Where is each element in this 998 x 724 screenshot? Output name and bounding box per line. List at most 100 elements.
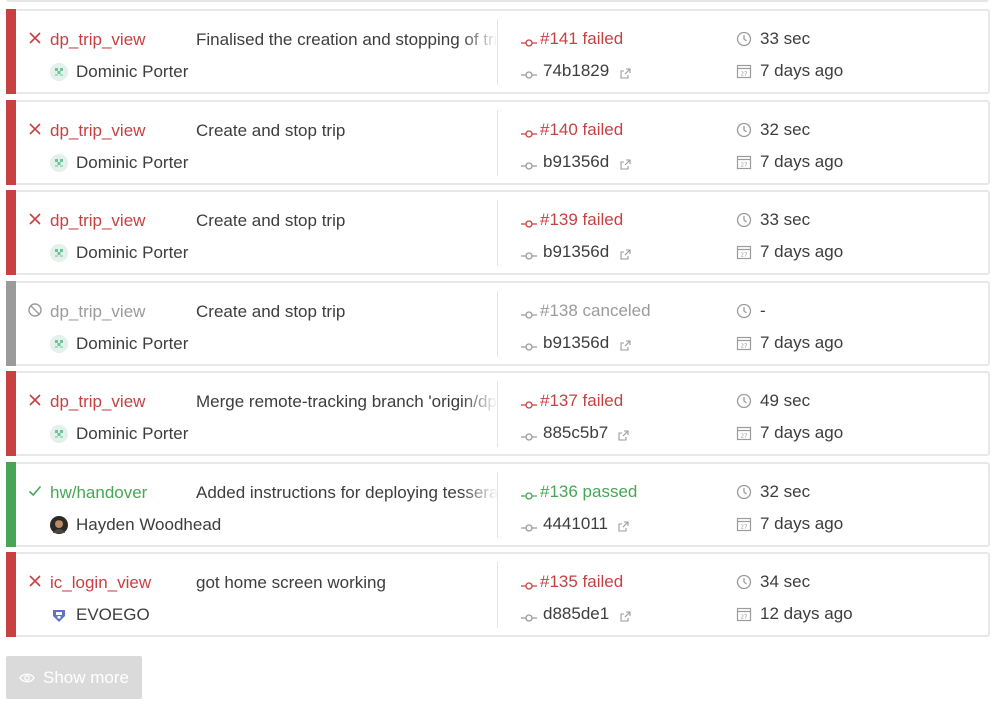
branch-link[interactable]: dp_trip_view (50, 302, 145, 322)
author-name: EVOEGO (76, 605, 150, 624)
commit-message[interactable]: Added instructions for deploying tessera… (196, 483, 498, 503)
commit-icon (521, 610, 537, 622)
divider (497, 200, 498, 266)
commit-message[interactable]: Create and stop trip (196, 302, 498, 322)
commit-sha-link[interactable]: 885c5b7 (543, 423, 608, 443)
divider (497, 110, 498, 176)
svg-text:27: 27 (741, 615, 748, 621)
author-name: Hayden Woodhead (76, 515, 222, 534)
status-stripe (6, 9, 16, 94)
build-number-link[interactable]: #136 passed (540, 482, 637, 502)
finished-at: 7 days ago (760, 242, 844, 261)
external-link-icon[interactable] (620, 66, 631, 79)
svg-text:27: 27 (741, 163, 748, 169)
build-row[interactable]: dp_trip_view Create and stop trip Dominic … (6, 281, 990, 366)
build-commit-icon (521, 35, 537, 47)
branch-link[interactable]: ic_login_view (50, 573, 151, 593)
branch-link[interactable]: hw/handover (50, 483, 147, 503)
svg-text:27: 27 (741, 344, 748, 350)
build-commit-icon (521, 307, 537, 319)
x-icon (27, 392, 43, 408)
commit-icon (521, 248, 537, 260)
x-icon (27, 211, 43, 227)
canceled-icon (27, 302, 43, 318)
build-number-link[interactable]: #138 canceled (540, 301, 651, 321)
commit-message[interactable]: Merge remote-tracking branch 'origin/dp_… (196, 392, 498, 412)
build-row[interactable]: dp_trip_view Create and stop trip Dominic … (6, 100, 990, 185)
author-name: Dominic Porter (76, 424, 189, 443)
build-row[interactable]: hw/handover Added instructions for deploy… (6, 462, 990, 547)
build-number-link[interactable]: #140 failed (540, 120, 623, 140)
status-stripe (6, 371, 16, 456)
commit-sha-link[interactable]: b91356d (543, 242, 609, 262)
branch-link[interactable]: dp_trip_view (50, 392, 145, 412)
svg-text:27: 27 (741, 72, 748, 78)
build-row[interactable]: ic_login_view got home screen working EVOE… (6, 552, 990, 637)
clock-icon (736, 212, 752, 228)
commit-icon (521, 158, 537, 170)
commit-sha-link[interactable]: d885de1 (543, 604, 609, 624)
calendar-icon: 27 (736, 244, 752, 260)
external-link-icon[interactable] (618, 519, 629, 532)
svg-text:27: 27 (741, 525, 748, 531)
avatar (50, 425, 68, 443)
commit-sha-link[interactable]: b91356d (543, 152, 609, 172)
calendar-icon: 27 (736, 335, 752, 351)
external-link-icon[interactable] (620, 338, 631, 351)
clock-icon (736, 574, 752, 590)
external-link-icon[interactable] (620, 157, 631, 170)
build-duration: 49 sec (760, 391, 811, 410)
build-duration: 33 sec (760, 29, 811, 48)
build-row[interactable]: dp_trip_view Create and stop trip Dominic … (6, 190, 990, 275)
x-icon (27, 121, 43, 137)
clock-icon (736, 393, 752, 409)
external-link-icon[interactable] (618, 428, 629, 441)
avatar (50, 516, 68, 534)
author-name: Dominic Porter (76, 153, 189, 172)
divider (497, 472, 498, 538)
clock-icon (736, 303, 752, 319)
build-commit-icon (521, 126, 537, 138)
branch-link[interactable]: dp_trip_view (50, 30, 145, 50)
build-number-link[interactable]: #141 failed (540, 29, 623, 49)
commit-message[interactable]: Finalised the creation and stopping of t… (196, 30, 498, 50)
status-stripe (6, 462, 16, 547)
commit-sha-link[interactable]: 4441011 (543, 514, 608, 534)
finished-at: 7 days ago (760, 423, 844, 442)
author-name: Dominic Porter (76, 243, 189, 262)
build-row[interactable]: dp_trip_view Merge remote-tracking branch… (6, 371, 990, 456)
build-number-link[interactable]: #135 failed (540, 572, 623, 592)
build-number-link[interactable]: #137 failed (540, 391, 623, 411)
build-duration: 32 sec (760, 120, 811, 139)
divider (497, 381, 498, 447)
branch-link[interactable]: dp_trip_view (50, 121, 145, 141)
clock-icon (736, 31, 752, 47)
calendar-icon: 27 (736, 425, 752, 441)
build-commit-icon (521, 397, 537, 409)
branch-link[interactable]: dp_trip_view (50, 211, 145, 231)
eye-icon (19, 673, 35, 682)
commit-sha-link[interactable]: 74b1829 (543, 61, 609, 81)
build-duration: 32 sec (760, 482, 811, 501)
commit-message[interactable]: got home screen working (196, 573, 498, 593)
commit-icon (521, 520, 537, 532)
commit-icon (521, 67, 537, 79)
check-icon (27, 483, 43, 499)
avatar (50, 244, 68, 262)
commit-message[interactable]: Create and stop trip (196, 211, 498, 231)
commit-sha-link[interactable]: b91356d (543, 333, 609, 353)
build-number-link[interactable]: #139 failed (540, 210, 623, 230)
build-commit-icon (521, 488, 537, 500)
show-more-button[interactable]: Show more (6, 656, 142, 699)
build-commit-icon (521, 216, 537, 228)
external-link-icon[interactable] (620, 247, 631, 260)
external-link-icon[interactable] (620, 609, 631, 622)
build-duration: - (760, 301, 766, 320)
build-duration: 34 sec (760, 572, 811, 591)
build-duration: 33 sec (760, 210, 811, 229)
build-row[interactable]: dp_trip_view Finalised the creation and s… (6, 9, 990, 94)
avatar (50, 154, 68, 172)
calendar-icon: 27 (736, 516, 752, 532)
clock-icon (736, 122, 752, 138)
commit-message[interactable]: Create and stop trip (196, 121, 498, 141)
